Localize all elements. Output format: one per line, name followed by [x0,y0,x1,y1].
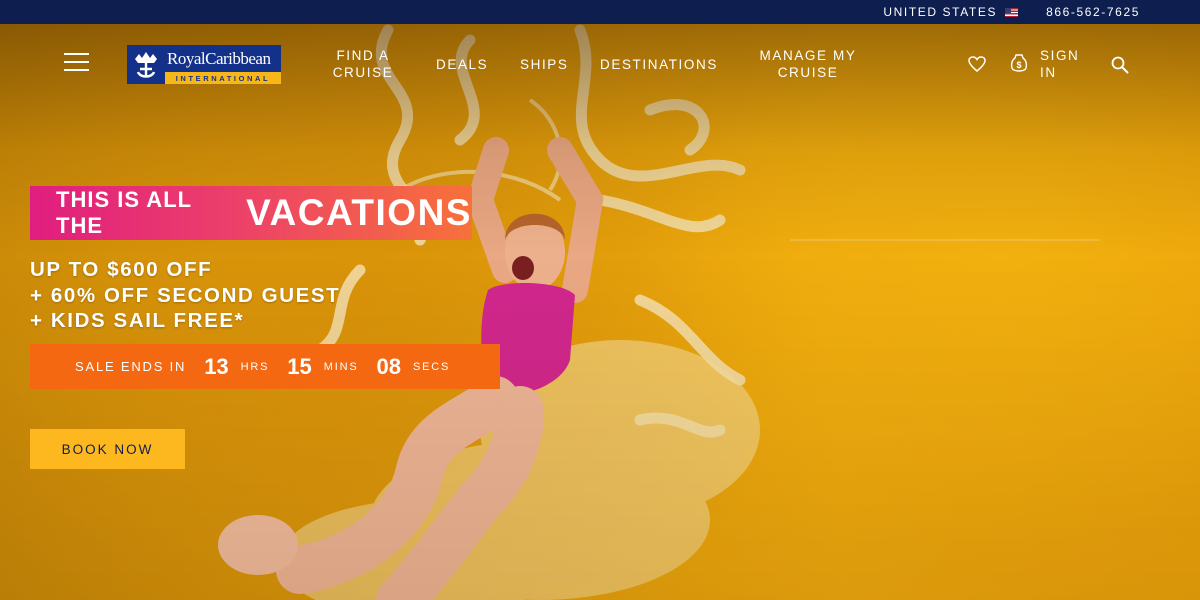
nav-manage-line1: MANAGE MY [759,48,857,63]
promo-headline-badge: THIS IS ALL THE VACATIONS [30,186,472,240]
offer-line-3: + KIDS SAIL FREE* [30,309,245,332]
nav-destinations[interactable]: DESTINATIONS [600,56,718,73]
crown-anchor-icon [127,45,165,84]
dollar-tag-icon[interactable]: $ [1008,53,1030,75]
offer-line-1: UP TO $600 OFF [30,258,213,281]
royal-caribbean-logo[interactable]: RoyalCaribbean INTERNATIONAL [127,45,281,84]
countdown-secs-unit: SECS [412,360,451,373]
nav-manage-my-cruise[interactable]: MANAGE MY CRUISE [756,47,860,81]
book-now-button[interactable]: BOOK NOW [30,429,185,469]
offer-line-2: + 60% OFF SECOND GUEST [30,284,341,307]
search-icon[interactable] [1109,54,1131,76]
countdown-secs: 08 [376,353,401,379]
nav-deals[interactable]: DEALS [436,56,488,73]
countdown-hours: 13 [204,353,229,379]
svg-text:$: $ [1016,60,1021,70]
countdown-label: SALE ENDS IN [75,359,187,374]
heart-icon[interactable] [966,54,988,74]
badge-small-text: THIS IS ALL THE [56,187,192,238]
countdown-mins: 15 [287,353,312,379]
countdown-mins-unit: MINS [323,360,359,373]
countdown-hours-unit: HRS [240,360,270,373]
sign-in-link[interactable]: SIGN IN [1040,47,1079,81]
utility-bar: UNITED STATES 866-562-7625 [0,0,1200,24]
badge-big-text: VACATIONS [246,192,472,233]
logo-sub-text: INTERNATIONAL [165,72,281,84]
country-label: UNITED STATES [883,5,998,19]
nav-ships[interactable]: SHIPS [520,56,569,73]
nav-find-a-cruise-line2: CRUISE [332,65,394,80]
sign-in-line2: IN [1040,65,1057,80]
menu-icon[interactable] [64,53,89,71]
sale-countdown: SALE ENDS IN 13 HRS 15 MINS 08 SECS [30,344,500,389]
phone-number[interactable]: 866-562-7625 [1046,5,1140,19]
sign-in-line1: SIGN [1040,48,1080,63]
us-flag-icon [1005,7,1019,17]
main-nav: RoyalCaribbean INTERNATIONAL FIND A CRUI… [0,24,1200,104]
nav-find-a-cruise-line1: FIND A [336,48,390,63]
nav-find-a-cruise[interactable]: FIND A CRUISE [330,47,396,81]
logo-brand-text: RoyalCaribbean [167,48,271,68]
country-selector[interactable]: UNITED STATES [883,5,1019,19]
nav-manage-line2: CRUISE [777,65,839,80]
